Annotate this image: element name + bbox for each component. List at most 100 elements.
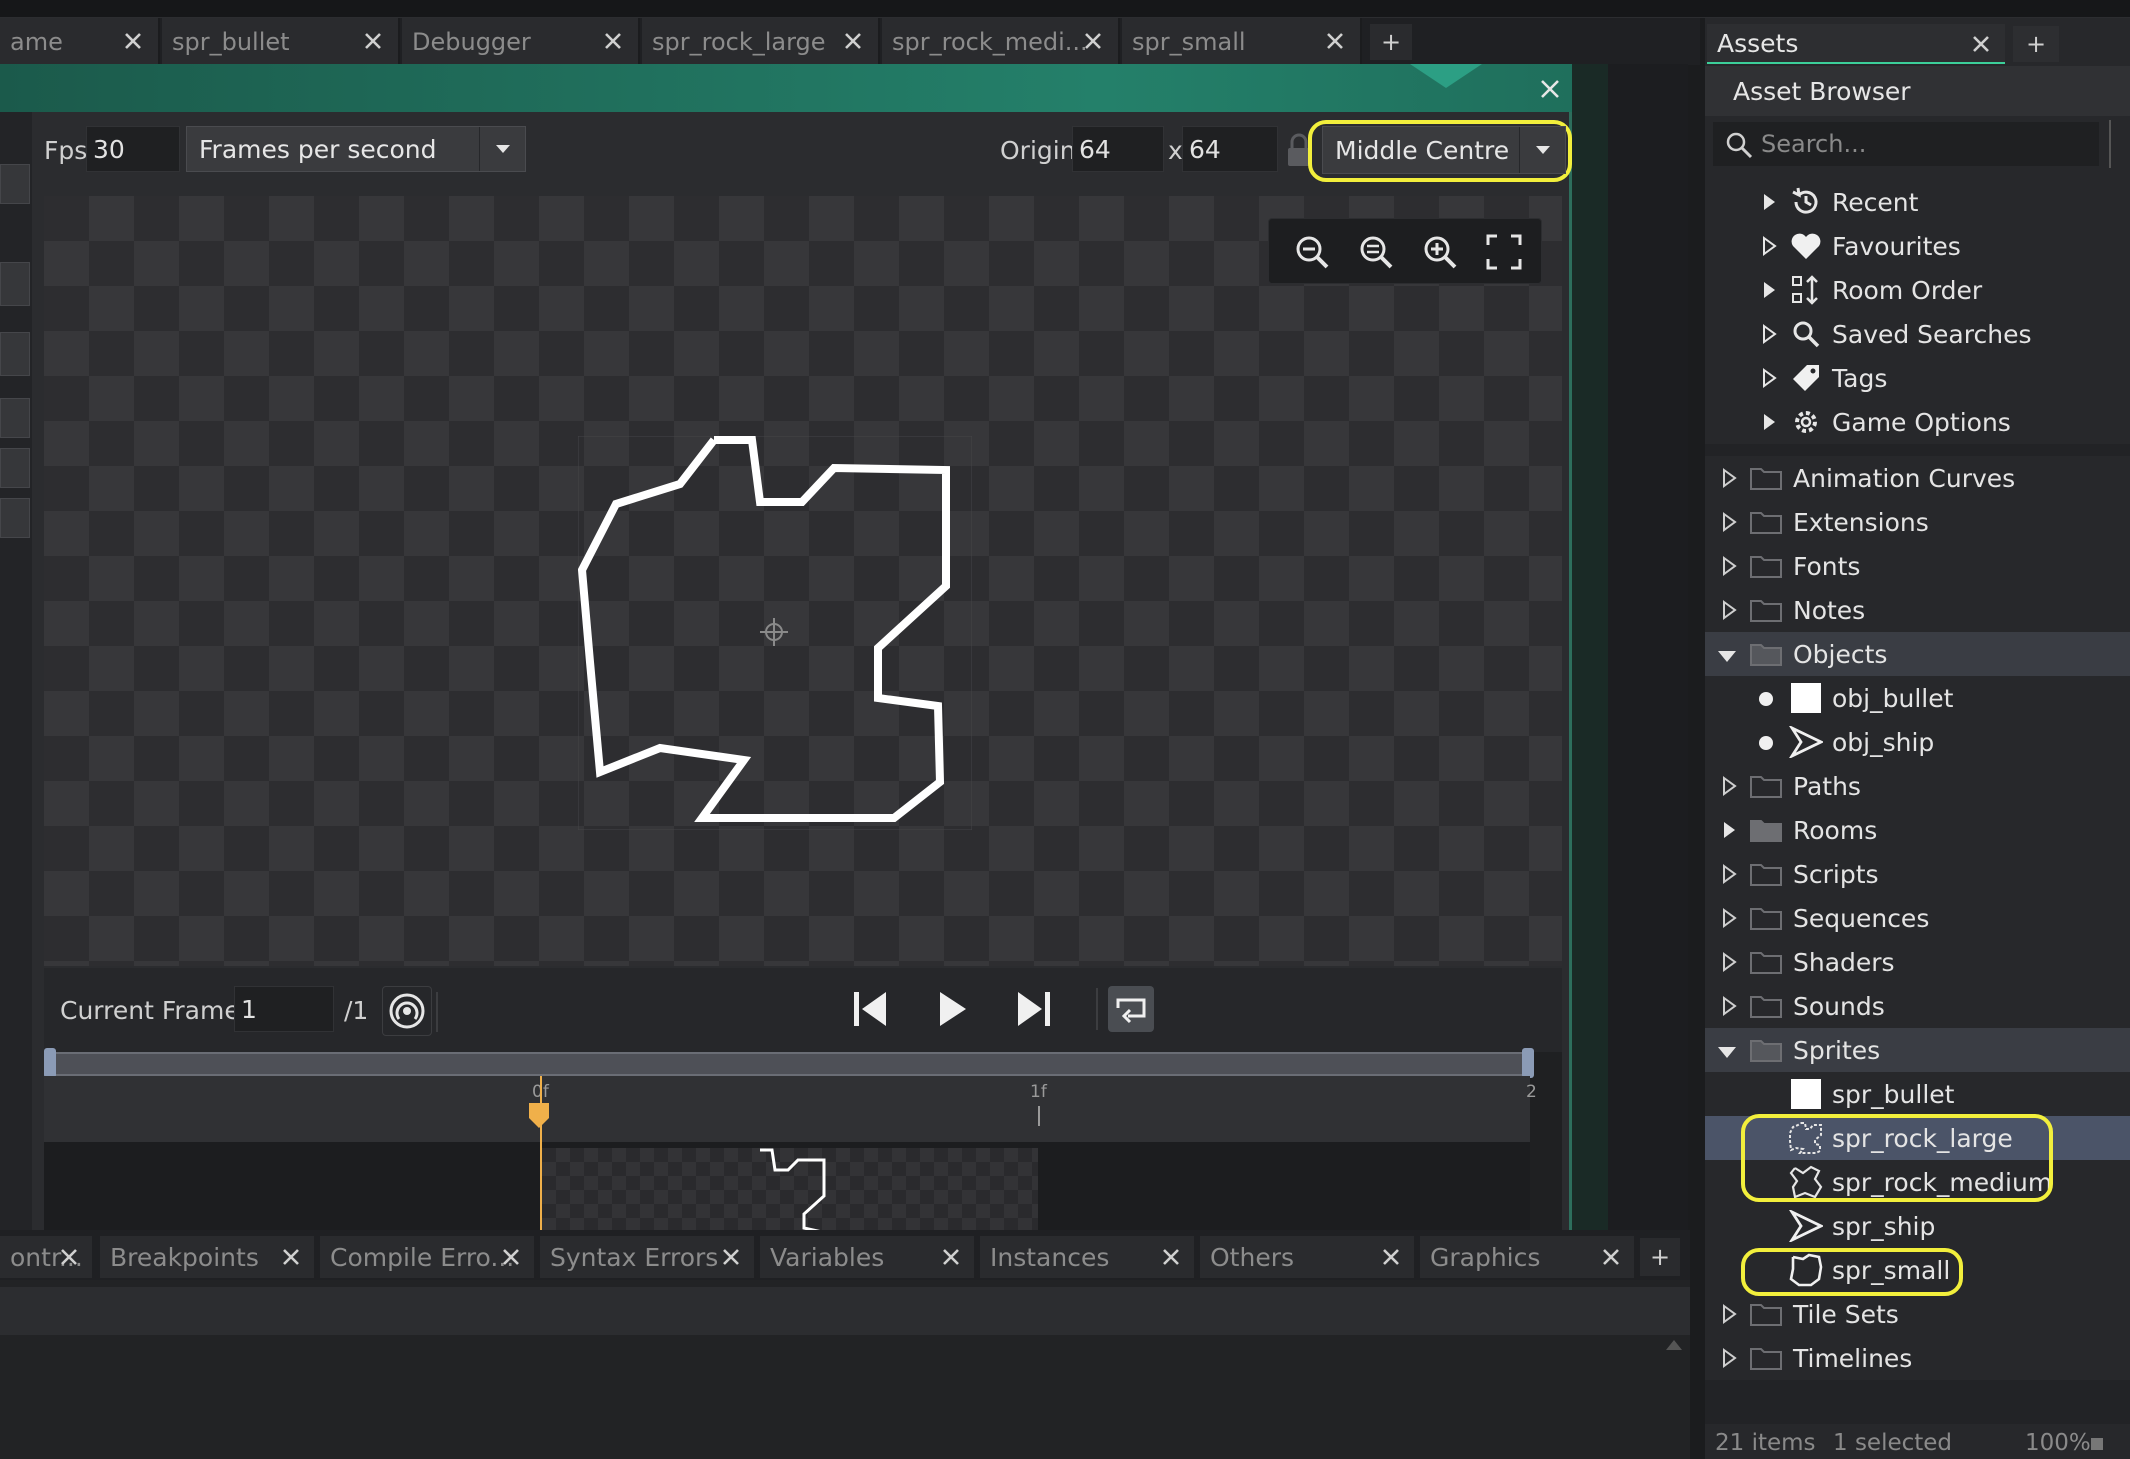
expand-arrow-icon[interactable] — [1759, 368, 1779, 388]
close-icon[interactable] — [498, 1244, 524, 1270]
chevron-down-icon[interactable] — [479, 127, 525, 171]
tree-item-sequences[interactable]: Sequences — [1705, 896, 2130, 940]
close-icon[interactable] — [278, 1244, 304, 1270]
window-grip[interactable] — [1410, 64, 1482, 90]
range-end-handle[interactable] — [1522, 1048, 1534, 1078]
close-icon[interactable] — [938, 1244, 964, 1270]
origin-preset-dropdown[interactable]: Middle Centre — [1322, 126, 1566, 174]
tab-others[interactable]: Others — [1200, 1236, 1414, 1278]
tab-output[interactable]: ontr... — [0, 1236, 92, 1278]
tree-item-shaders[interactable]: Shaders — [1705, 940, 2130, 984]
editor-tab-game[interactable]: ame — [0, 18, 160, 65]
search-input[interactable]: Search... — [1713, 122, 2099, 166]
fps-mode-dropdown[interactable]: Frames per second — [186, 126, 526, 172]
expand-arrow-icon[interactable] — [1719, 1304, 1739, 1324]
editor-tab-spr-small[interactable]: spr_small — [1122, 18, 1362, 65]
tree-item-spr-bullet[interactable]: spr_bullet — [1705, 1072, 2130, 1116]
editor-tab-spr-rock-medium[interactable]: spr_rock_medi... — [882, 18, 1120, 65]
window-header[interactable] — [0, 64, 1572, 112]
tree-item-room-order[interactable]: Room Order — [1705, 268, 2130, 312]
range-start-handle[interactable] — [44, 1048, 56, 1078]
collapse-arrow-icon[interactable] — [1717, 1042, 1737, 1062]
left-panel-control[interactable] — [0, 498, 30, 538]
expand-arrow-icon[interactable] — [1719, 776, 1739, 796]
fit-to-window-icon[interactable] — [1481, 229, 1527, 275]
tree-item-tags[interactable]: Tags — [1705, 356, 2130, 400]
left-panel-control[interactable] — [0, 262, 30, 306]
tree-item-recent[interactable]: Recent — [1705, 180, 2130, 224]
close-icon[interactable] — [360, 28, 386, 54]
zoom-reset-icon[interactable] — [1353, 229, 1399, 275]
timeline-ruler[interactable]: 0f 1f 2 — [44, 1076, 1537, 1142]
close-icon[interactable] — [840, 28, 866, 54]
tree-item-animation-curves[interactable]: Animation Curves — [1705, 456, 2130, 500]
expand-arrow-icon[interactable] — [1719, 864, 1739, 884]
frame-thumbnail[interactable] — [542, 1148, 1038, 1234]
zoom-out-icon[interactable] — [1289, 229, 1335, 275]
expand-arrow-icon[interactable] — [1759, 324, 1779, 344]
tab-graphics[interactable]: Graphics — [1420, 1236, 1634, 1278]
onion-skin-icon[interactable] — [382, 986, 432, 1036]
expand-arrow-icon[interactable] — [1719, 996, 1739, 1016]
collapse-arrow-icon[interactable] — [1717, 646, 1737, 666]
expand-arrow-icon[interactable] — [1719, 468, 1739, 488]
sprite-canvas[interactable] — [44, 196, 1562, 966]
tab-syntax-errors[interactable]: Syntax Errors — [540, 1236, 754, 1278]
play-icon[interactable] — [934, 988, 970, 1030]
origin-x-input[interactable]: 64 — [1072, 126, 1164, 172]
close-icon[interactable] — [1969, 32, 1993, 56]
tree-item-notes[interactable]: Notes — [1705, 588, 2130, 632]
origin-y-input[interactable]: 64 — [1182, 126, 1278, 172]
loop-icon[interactable] — [1108, 986, 1154, 1032]
tree-item-fonts[interactable]: Fonts — [1705, 544, 2130, 588]
tree-item-favourites[interactable]: Favourites — [1705, 224, 2130, 268]
expand-arrow-icon[interactable] — [1719, 908, 1739, 928]
close-icon[interactable] — [600, 28, 626, 54]
scroll-up-icon[interactable] — [1664, 1338, 1684, 1352]
left-panel-control[interactable] — [0, 398, 30, 438]
tree-item-scripts[interactable]: Scripts — [1705, 852, 2130, 896]
tree-item-spr-ship[interactable]: spr_ship — [1705, 1204, 2130, 1248]
left-panel-control[interactable] — [0, 448, 30, 488]
tab-compile-errors[interactable]: Compile Erro... — [320, 1236, 534, 1278]
timeline-scrollbar[interactable] — [50, 1052, 1530, 1076]
tree-item-paths[interactable]: Paths — [1705, 764, 2130, 808]
tab-variables[interactable]: Variables — [760, 1236, 974, 1278]
expand-arrow-icon[interactable] — [1759, 192, 1779, 212]
add-output-tab-button[interactable]: + — [1640, 1238, 1680, 1276]
close-icon[interactable] — [1158, 1244, 1184, 1270]
chevron-down-icon[interactable] — [1519, 127, 1565, 173]
tree-item-saved-searches[interactable]: Saved Searches — [1705, 312, 2130, 356]
close-icon[interactable] — [1598, 1244, 1624, 1270]
expand-arrow-icon[interactable] — [1719, 556, 1739, 576]
tree-item-extensions[interactable]: Extensions — [1705, 500, 2130, 544]
tree-item-objects[interactable]: Objects — [1705, 632, 2130, 676]
tree-item-sounds[interactable]: Sounds — [1705, 984, 2130, 1028]
expand-arrow-icon[interactable] — [1719, 600, 1739, 620]
expand-arrow-icon[interactable] — [1759, 280, 1779, 300]
close-icon[interactable] — [1080, 28, 1106, 54]
add-panel-tab-button[interactable]: + — [2013, 26, 2059, 62]
add-tab-button[interactable]: + — [1370, 24, 1412, 60]
expand-arrow-icon[interactable] — [1719, 1348, 1739, 1368]
tree-item-obj-ship[interactable]: obj_ship — [1705, 720, 2130, 764]
tree-item-obj-bullet[interactable]: obj_bullet — [1705, 676, 2130, 720]
close-icon[interactable] — [1378, 1244, 1404, 1270]
tree-item-rooms[interactable]: Rooms — [1705, 808, 2130, 852]
expand-arrow-icon[interactable] — [1719, 512, 1739, 532]
expand-arrow-icon[interactable] — [1719, 952, 1739, 972]
editor-tab-debugger[interactable]: Debugger — [402, 18, 640, 65]
editor-tab-spr-rock-large[interactable]: spr_rock_large — [642, 18, 880, 65]
close-icon[interactable] — [1322, 28, 1348, 54]
playhead-icon[interactable] — [528, 1102, 550, 1130]
skip-to-end-icon[interactable] — [1014, 988, 1054, 1030]
left-panel-control[interactable] — [0, 164, 30, 204]
resize-grip-icon[interactable] — [2091, 1438, 2103, 1450]
tree-item-tile-sets[interactable]: Tile Sets — [1705, 1292, 2130, 1336]
close-icon[interactable] — [718, 1244, 744, 1270]
tab-assets[interactable]: Assets — [1707, 24, 2005, 64]
tree-item-game-options[interactable]: Game Options — [1705, 400, 2130, 444]
expand-arrow-icon[interactable] — [1759, 236, 1779, 256]
zoom-in-icon[interactable] — [1417, 229, 1463, 275]
editor-tab-spr-bullet[interactable]: spr_bullet — [162, 18, 400, 65]
